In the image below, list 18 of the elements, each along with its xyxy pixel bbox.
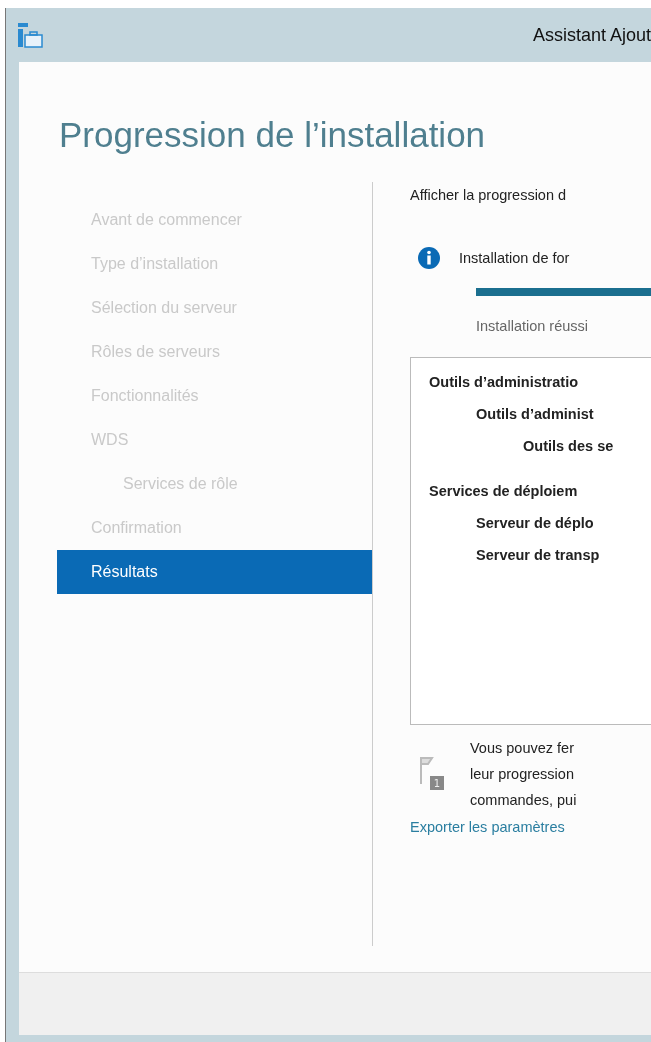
result-item: Services de déploiem bbox=[428, 482, 579, 501]
result-item: Serveur de déplo bbox=[475, 514, 595, 533]
wizard-step[interactable]: Résultats bbox=[57, 550, 372, 594]
result-text: Installation réussi bbox=[476, 318, 590, 334]
note-text: leur progression bbox=[470, 765, 575, 784]
result-item: Outils d’administratio bbox=[428, 373, 580, 392]
result-item: Serveur de transp bbox=[475, 546, 601, 565]
note-text: Vous pouvez fer bbox=[470, 739, 575, 758]
status-text: Installation de for bbox=[459, 250, 570, 266]
note-text: commandes, pui bbox=[470, 791, 577, 810]
info-icon bbox=[417, 246, 441, 270]
page-heading: Progression de l’installation bbox=[59, 114, 487, 156]
progress-caption: Afficher la progression d bbox=[410, 187, 568, 203]
window-title: Assistant Ajout bbox=[532, 24, 651, 46]
result-item: Outils des se bbox=[522, 437, 615, 456]
export-settings-link[interactable]: Exporter les paramètres bbox=[410, 819, 651, 835]
server-briefcase-icon bbox=[16, 21, 44, 49]
result-item: Outils d’administ bbox=[475, 405, 595, 424]
